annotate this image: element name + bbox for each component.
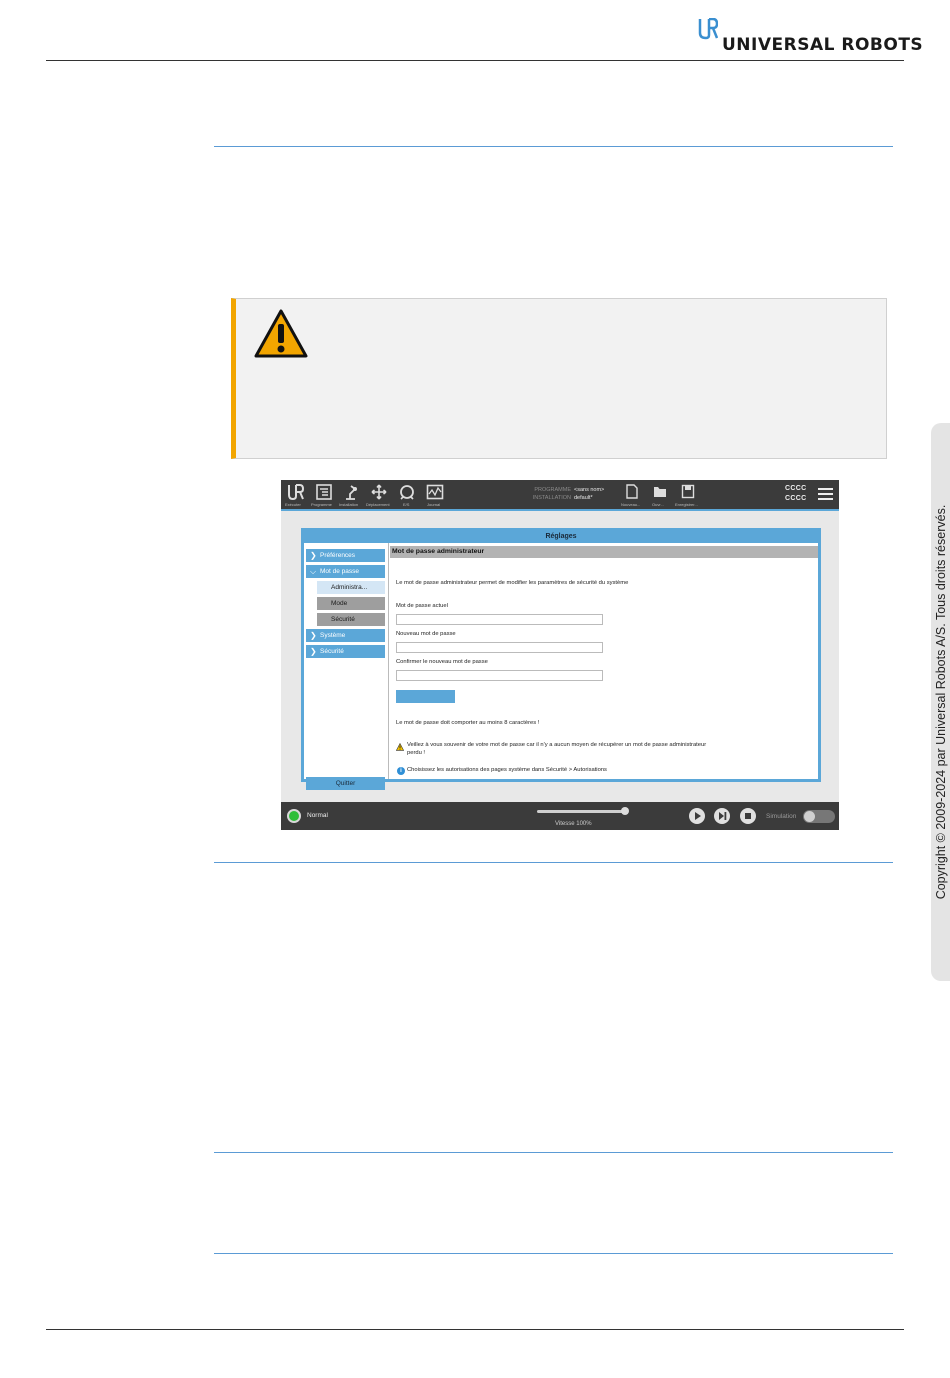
header-rule bbox=[46, 60, 904, 61]
warning-text-line-2: perdu ! bbox=[407, 750, 426, 756]
sidebar-subitem-security[interactable]: Sécurité bbox=[317, 613, 385, 626]
bottom-bar: Normal Vitesse 100% Simulation bbox=[281, 802, 839, 830]
simulation-toggle[interactable] bbox=[803, 810, 835, 823]
program-value: <sans nom> bbox=[574, 487, 605, 493]
simulation-label: Simulation bbox=[766, 813, 797, 820]
section-rule bbox=[214, 1253, 893, 1254]
sidebar-item-system[interactable]: ❯ Système bbox=[306, 629, 385, 642]
footer-rule bbox=[46, 1329, 904, 1330]
password-rule: Le mot de passe doit comporter au moins … bbox=[396, 720, 540, 726]
settings-sidebar: ❯ Préférences ⌵ Mot de passe Administra.… bbox=[304, 543, 388, 790]
nav-label-installation: Installation bbox=[339, 502, 359, 507]
installation-icon[interactable] bbox=[343, 484, 361, 500]
speed-text: Vitesse 100% bbox=[555, 821, 592, 827]
section-rule bbox=[214, 862, 893, 863]
program-icon[interactable] bbox=[315, 484, 333, 500]
open-folder-icon[interactable] bbox=[653, 484, 667, 500]
warning-box bbox=[231, 298, 887, 459]
copyright-text-wrap: Copyright © 2009-2024 par Universal Robo… bbox=[931, 423, 950, 981]
stop-button[interactable] bbox=[740, 808, 756, 824]
speed-slider-handle[interactable] bbox=[621, 807, 629, 815]
play-icon bbox=[695, 812, 701, 820]
confirm-password-input[interactable] bbox=[396, 670, 603, 681]
new-file-icon[interactable] bbox=[625, 484, 639, 500]
play-button[interactable] bbox=[689, 808, 705, 824]
nav-label-run: Exécuter bbox=[285, 502, 301, 507]
current-password-label: Mot de passe actuel bbox=[396, 603, 448, 609]
open-label: Ouvr... bbox=[652, 502, 664, 507]
sidebar-subitem-admin[interactable]: Administra... bbox=[317, 581, 385, 594]
brand-name: UNIVERSAL ROBOTS bbox=[722, 35, 924, 55]
new-password-label: Nouveau mot de passe bbox=[396, 631, 456, 637]
universal-robots-logo: UNIVERSAL ROBOTS bbox=[698, 18, 923, 56]
chevron-right-icon: ❯ bbox=[310, 647, 317, 656]
dialog-title: Réglages bbox=[304, 531, 818, 543]
log-icon[interactable] bbox=[426, 484, 444, 500]
polyscope-screenshot: Exécuter Programme Installation Déplacem… bbox=[281, 480, 839, 830]
confirm-password-label: Confirmer le nouveau mot de passe bbox=[396, 659, 488, 665]
installation-value: default* bbox=[574, 495, 593, 501]
panel-heading: Mot de passe administrateur bbox=[390, 546, 818, 558]
nav-label-log: Journal bbox=[427, 502, 441, 507]
stop-icon bbox=[745, 813, 751, 819]
step-icon bbox=[719, 812, 727, 820]
warning-triangle-icon bbox=[254, 309, 308, 358]
move-icon[interactable] bbox=[370, 484, 388, 500]
new-password-input[interactable] bbox=[396, 642, 603, 653]
info-text: Choisissez les autorisations des pages s… bbox=[407, 767, 607, 773]
user-line-2: CCCC bbox=[785, 495, 807, 502]
nav-label-io: E/S bbox=[403, 502, 410, 507]
info-icon: i bbox=[397, 767, 405, 775]
top-bar-accent bbox=[281, 509, 839, 511]
status-indicator[interactable] bbox=[287, 809, 301, 823]
sidebar-item-password[interactable]: ⌵ Mot de passe bbox=[306, 565, 385, 578]
save-icon[interactable] bbox=[681, 484, 695, 500]
chevron-down-icon: ⌵ bbox=[310, 567, 317, 576]
section-rule bbox=[214, 1152, 893, 1153]
current-password-input[interactable] bbox=[396, 614, 603, 625]
nav-label-move: Déplacement bbox=[366, 502, 390, 507]
chevron-right-icon: ❯ bbox=[310, 551, 317, 560]
program-key: PROGRAMME bbox=[534, 487, 571, 493]
new-file-label: Nouveau... bbox=[621, 502, 641, 507]
quit-button[interactable]: Quitter bbox=[306, 777, 385, 790]
copyright-text: Copyright © 2009-2024 par Universal Robo… bbox=[933, 504, 948, 900]
installation-key: INSTALLATION bbox=[532, 495, 571, 501]
warning-icon bbox=[396, 743, 404, 751]
io-icon[interactable] bbox=[398, 484, 416, 500]
status-text: Normal bbox=[307, 812, 328, 819]
user-line-1: CCCC bbox=[785, 485, 807, 492]
sidebar-item-preferences[interactable]: ❯ Préférences bbox=[306, 549, 385, 562]
warning-text-line-1: Veillez à vous souvenir de votre mot de … bbox=[407, 742, 707, 748]
section-rule bbox=[214, 146, 893, 147]
nav-label-program: Programme bbox=[311, 502, 332, 507]
panel-intro: Le mot de passe administrateur permet de… bbox=[396, 580, 629, 586]
top-bar: Exécuter Programme Installation Déplacem… bbox=[281, 480, 839, 509]
speed-slider-track[interactable] bbox=[537, 810, 627, 813]
sidebar-subitem-mode[interactable]: Mode bbox=[317, 597, 385, 610]
ur-logo-icon bbox=[698, 18, 718, 40]
password-panel: Mot de passe administrateur Le mot de pa… bbox=[389, 543, 818, 779]
step-button[interactable] bbox=[714, 808, 730, 824]
sidebar-item-safety[interactable]: ❯ Sécurité bbox=[306, 645, 385, 658]
hamburger-menu-icon[interactable] bbox=[818, 488, 833, 500]
save-label: Enregistrer... bbox=[675, 502, 698, 507]
chevron-right-icon: ❯ bbox=[310, 631, 317, 640]
settings-dialog: Réglages ❯ Préférences ⌵ Mot de passe Ad… bbox=[301, 528, 821, 790]
apply-button[interactable] bbox=[396, 690, 455, 703]
ur-logo-icon[interactable] bbox=[287, 484, 305, 500]
